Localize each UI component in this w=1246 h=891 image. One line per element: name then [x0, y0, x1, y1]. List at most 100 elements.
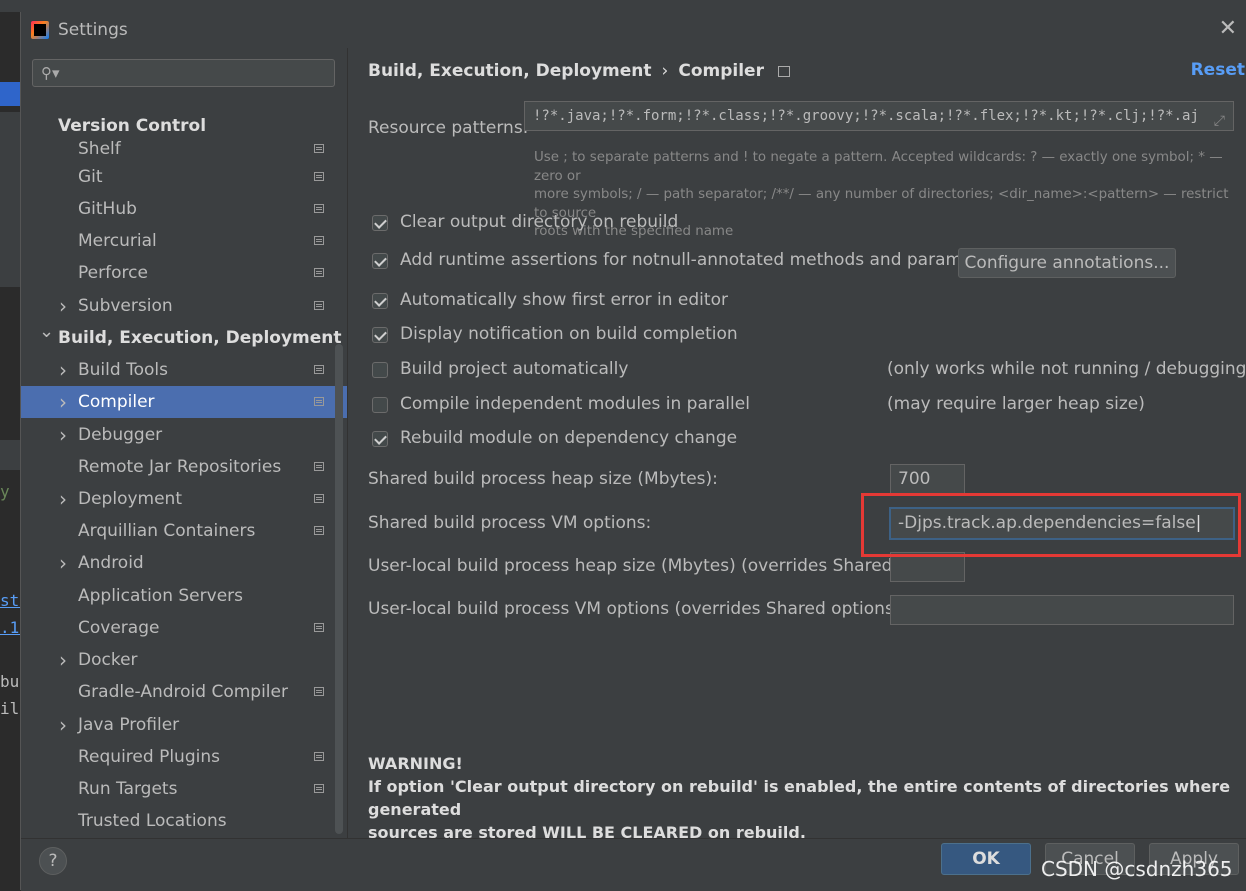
sidebar-item[interactable]: Perforce: [21, 257, 347, 289]
chevron-right-icon[interactable]: ›: [59, 386, 67, 418]
breadcrumb-current: Compiler: [678, 61, 764, 81]
checkbox-box[interactable]: [372, 431, 388, 447]
sidebar-item[interactable]: › Docker: [21, 644, 347, 676]
user-heap-size-label: User-local build process heap size (Mbyt…: [368, 556, 944, 576]
help-button[interactable]: ?: [39, 847, 67, 875]
sidebar-item-label: Remote Jar Repositories: [78, 457, 282, 477]
project-scope-icon: [314, 526, 324, 535]
sidebar-item[interactable]: Remote Jar Repositories: [21, 451, 347, 483]
breadcrumb-parent: Build, Execution, Deployment: [368, 61, 652, 81]
sidebar-item[interactable]: › Deployment: [21, 483, 347, 515]
sidebar-item-label: Deployment: [78, 489, 182, 509]
chevron-right-icon[interactable]: ›: [59, 419, 67, 451]
sidebar-item-label: Required Plugins: [78, 747, 220, 767]
code-fragment: .11: [0, 618, 20, 637]
project-scope-icon: [314, 397, 324, 406]
sidebar-item[interactable]: Trusted Locations: [21, 805, 347, 837]
checkbox-label: Display notification on build completion: [400, 324, 738, 344]
project-scope-icon: [314, 494, 324, 503]
sidebar-item[interactable]: Run Targets: [21, 773, 347, 805]
sidebar-item-label: Coverage: [78, 618, 160, 638]
sidebar-item[interactable]: Gradle-Android Compiler: [21, 676, 347, 708]
checkbox-label: Automatically show first error in editor: [400, 290, 728, 310]
sidebar-item[interactable]: ⌄ Build, Execution, Deployment: [21, 321, 347, 354]
user-vm-options-input[interactable]: [890, 595, 1234, 625]
checkbox-box[interactable]: [372, 293, 388, 309]
ide-panel-background-2: [0, 440, 20, 470]
chevron-right-icon[interactable]: ›: [59, 354, 67, 386]
sidebar-item[interactable]: › Android: [21, 547, 347, 579]
sidebar-scrollbar[interactable]: [335, 344, 343, 834]
resource-patterns-label: Resource patterns:: [368, 118, 529, 138]
breadcrumb: Build, Execution, Deployment › Compiler: [368, 61, 790, 81]
checkbox-box[interactable]: [372, 362, 388, 378]
project-scope-icon: [314, 204, 324, 213]
chevron-right-icon[interactable]: ›: [59, 483, 67, 515]
warning-block: WARNING! If option 'Clear output directo…: [368, 752, 1238, 844]
project-scope-icon: [314, 144, 324, 153]
checkbox-label: Rebuild module on dependency change: [400, 428, 738, 448]
checkbox-box[interactable]: [372, 253, 388, 269]
sidebar-item[interactable]: › Compiler: [21, 386, 347, 418]
sidebar-item[interactable]: › Java Profiler: [21, 709, 347, 741]
expand-icon[interactable]: ⤢: [1214, 107, 1225, 130]
sidebar-item-label: Arquillian Containers: [78, 521, 256, 541]
reset-link[interactable]: Reset: [1191, 60, 1245, 80]
sidebar-item[interactable]: › Build Tools: [21, 354, 347, 386]
chevron-right-icon[interactable]: ›: [59, 644, 67, 676]
sidebar-item[interactable]: GitHub: [21, 193, 347, 225]
checkbox-box[interactable]: [372, 215, 388, 231]
sidebar-item[interactable]: Coverage: [21, 612, 347, 644]
resource-patterns-input[interactable]: !?*.java;!?*.form;!?*.class;!?*.groovy;!…: [524, 101, 1234, 131]
checkbox-box[interactable]: [372, 327, 388, 343]
project-scope-icon: [314, 172, 324, 181]
settings-dialog: Settings ✕ ⚲▾ Version Control Shelf Git Git…: [20, 12, 1246, 891]
chevron-right-icon[interactable]: ›: [59, 709, 67, 741]
sidebar-item-label: GitHub: [78, 199, 137, 219]
sidebar-item-label: Git: [78, 167, 103, 187]
heap-size-input[interactable]: 700: [890, 464, 965, 495]
sidebar-item[interactable]: Mercurial: [21, 225, 347, 257]
search-icon: ⚲▾: [41, 64, 60, 82]
sidebar-item-label: Compiler: [78, 392, 155, 412]
checkbox-box[interactable]: [372, 397, 388, 413]
sidebar-item-label: Build, Execution, Deployment: [58, 328, 342, 348]
compiler-settings-panel: Build, Execution, Deployment › Compiler Re…: [348, 48, 1246, 842]
sidebar-item[interactable]: Required Plugins: [21, 741, 347, 773]
ok-button[interactable]: OK: [941, 843, 1031, 875]
project-scope-icon: [314, 236, 324, 245]
project-scope-icon: [314, 365, 324, 374]
sidebar-item[interactable]: › Subversion: [21, 290, 347, 322]
sidebar-item[interactable]: Git: [21, 161, 347, 193]
code-fragment: bu: [0, 672, 20, 691]
ide-selected-strip: [0, 82, 20, 106]
sidebar-item-label: Run Targets: [78, 779, 178, 799]
ide-panel-background: [0, 112, 20, 287]
configure-annotations-button[interactable]: Configure annotations...: [958, 248, 1176, 278]
intellij-logo-icon: [31, 21, 49, 39]
chevron-right-icon[interactable]: ›: [59, 290, 67, 322]
project-scope-icon: [314, 687, 324, 696]
code-fragment: ilo: [0, 699, 20, 718]
vm-options-label: Shared build process VM options:: [368, 513, 652, 533]
search-input[interactable]: ⚲▾: [32, 59, 335, 87]
dialog-title: Settings: [58, 20, 128, 40]
ide-toolbar-strip: [0, 0, 1246, 12]
sidebar-item[interactable]: Arquillian Containers: [21, 515, 347, 547]
checkbox-label: Add runtime assertions for notnull-annot…: [400, 250, 1006, 270]
sidebar-item[interactable]: › Debugger: [21, 419, 347, 451]
breadcrumb-separator: ›: [661, 61, 669, 81]
project-scope-icon: [314, 784, 324, 793]
project-scope-icon: [314, 752, 324, 761]
sidebar-item-label: Perforce: [78, 263, 148, 283]
sidebar-item-label: Android: [78, 553, 144, 573]
project-scope-icon: [314, 268, 324, 277]
chevron-right-icon[interactable]: ›: [59, 547, 67, 579]
sidebar-item-label: Application Servers: [78, 586, 243, 606]
chevron-down-icon[interactable]: ⌄: [39, 316, 54, 348]
close-icon[interactable]: ✕: [1219, 18, 1237, 40]
sidebar-item-label: Subversion: [78, 296, 173, 316]
checkbox-label: Build project automatically: [400, 359, 629, 379]
checkbox-label: Clear output directory on rebuild: [400, 212, 679, 232]
sidebar-item[interactable]: Application Servers: [21, 580, 347, 612]
